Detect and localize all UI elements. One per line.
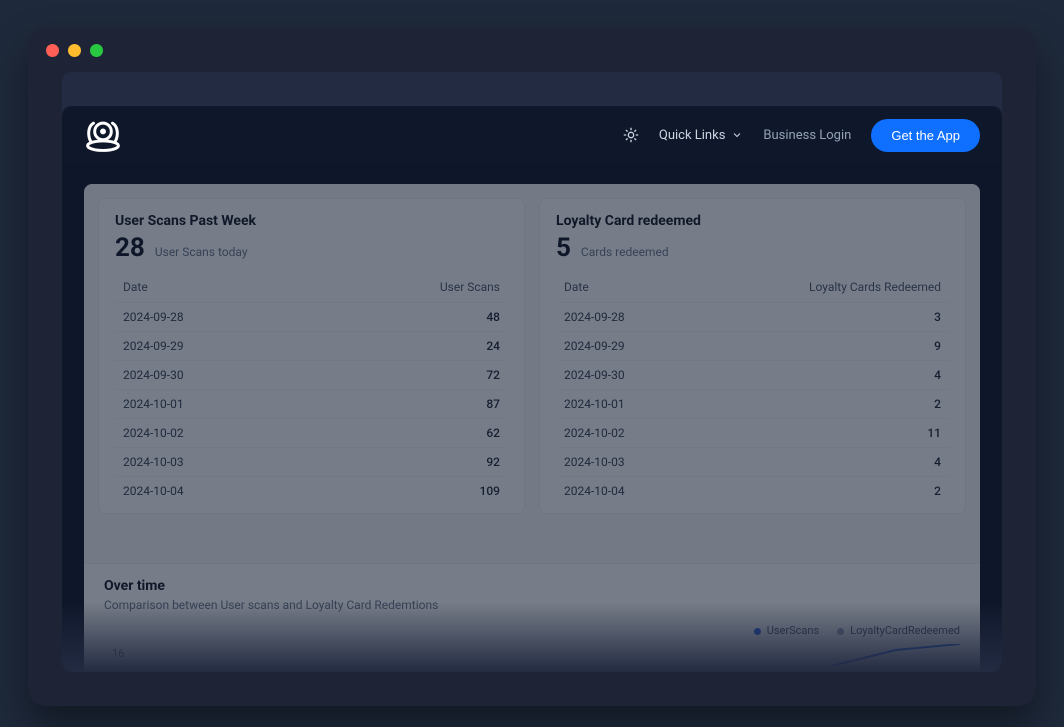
cell-value: 109 <box>480 484 500 498</box>
quick-links-label: Quick Links <box>659 128 726 143</box>
col-value: Loyalty Cards Redeemed <box>809 280 941 294</box>
cell-value: 62 <box>486 426 500 440</box>
stage: Quick Links Business Login Get the App U… <box>62 72 1002 672</box>
cell-value: 9 <box>934 339 941 353</box>
loyalty-metric: 5 <box>556 233 571 263</box>
app-logo[interactable] <box>84 118 122 152</box>
loyalty-metric-sub: Cards redeemed <box>581 245 669 259</box>
window-titlebar <box>28 28 1036 72</box>
scans-metric-sub: User Scans today <box>155 245 248 259</box>
cell-value: 87 <box>486 397 500 411</box>
over-time-panel: Over time Comparison between User scans … <box>84 563 980 672</box>
user-scans-card: User Scans Past Week 28 User Scans today… <box>98 198 525 514</box>
table-row: 2024-09-28 48 <box>115 302 508 331</box>
chevron-down-icon <box>731 129 743 141</box>
cell-date: 2024-09-28 <box>123 310 184 324</box>
scans-rows: 2024-09-28482024-09-29242024-09-30722024… <box>115 302 508 505</box>
cell-date: 2024-09-29 <box>123 339 184 353</box>
cell-value: 72 <box>486 368 500 382</box>
cell-value: 11 <box>927 426 941 440</box>
col-date: Date <box>123 280 148 294</box>
cell-value: 24 <box>486 339 500 353</box>
legend-loyalty: LoyaltyCardRedeemed <box>837 624 960 637</box>
cell-value: 92 <box>486 455 500 469</box>
cell-date: 2024-09-30 <box>123 368 184 382</box>
browser-frame: Quick Links Business Login Get the App U… <box>28 28 1036 706</box>
cell-date: 2024-09-29 <box>564 339 625 353</box>
quick-links-dropdown[interactable]: Quick Links <box>659 128 744 143</box>
app-window: Quick Links Business Login Get the App U… <box>62 106 1002 672</box>
cell-date: 2024-10-04 <box>123 484 184 498</box>
table-row: 2024-09-29 24 <box>115 331 508 360</box>
table-row: 2024-10-04 2 <box>556 476 949 505</box>
business-login-link[interactable]: Business Login <box>763 128 851 143</box>
window-minimize-dot[interactable] <box>68 44 81 57</box>
card-title: User Scans Past Week <box>115 213 508 229</box>
cell-date: 2024-09-28 <box>564 310 625 324</box>
table-row: 2024-10-03 92 <box>115 447 508 476</box>
cell-value: 4 <box>934 368 941 382</box>
scans-metric: 28 <box>115 233 145 263</box>
over-time-sub: Comparison between User scans and Loyalt… <box>104 598 960 612</box>
chart-line-fragment <box>104 644 960 666</box>
app-header: Quick Links Business Login Get the App <box>62 106 1002 164</box>
window-fullscreen-dot[interactable] <box>90 44 103 57</box>
window-close-dot[interactable] <box>46 44 59 57</box>
table-row: 2024-10-02 11 <box>556 418 949 447</box>
app-content: User Scans Past Week 28 User Scans today… <box>62 164 1002 672</box>
cell-value: 2 <box>934 484 941 498</box>
cell-date: 2024-10-02 <box>564 426 625 440</box>
table-row: 2024-10-01 2 <box>556 389 949 418</box>
cell-value: 48 <box>486 310 500 324</box>
table-row: 2024-10-02 62 <box>115 418 508 447</box>
cell-date: 2024-09-30 <box>564 368 625 382</box>
table-row: 2024-09-30 72 <box>115 360 508 389</box>
legend-userscans: UserScans <box>754 624 819 637</box>
table-row: 2024-09-28 3 <box>556 302 949 331</box>
loyalty-rows: 2024-09-2832024-09-2992024-09-3042024-10… <box>556 302 949 505</box>
card-title: Loyalty Card redeemed <box>556 213 949 229</box>
col-date: Date <box>564 280 589 294</box>
cell-date: 2024-10-01 <box>123 397 184 411</box>
col-value: User Scans <box>440 280 500 294</box>
cell-value: 2 <box>934 397 941 411</box>
table-row: 2024-10-03 4 <box>556 447 949 476</box>
table-row: 2024-09-29 9 <box>556 331 949 360</box>
cell-date: 2024-10-04 <box>564 484 625 498</box>
chart-legend: UserScans LoyaltyCardRedeemed <box>104 624 960 637</box>
over-time-title: Over time <box>104 578 960 594</box>
cell-date: 2024-10-01 <box>564 397 625 411</box>
cell-date: 2024-10-03 <box>564 455 625 469</box>
table-row: 2024-09-30 4 <box>556 360 949 389</box>
cell-value: 4 <box>934 455 941 469</box>
loyalty-card: Loyalty Card redeemed 5 Cards redeemed D… <box>539 198 966 514</box>
logo-icon <box>84 118 122 152</box>
cell-date: 2024-10-02 <box>123 426 184 440</box>
cell-date: 2024-10-03 <box>123 455 184 469</box>
cell-value: 3 <box>934 310 941 324</box>
dashboard: User Scans Past Week 28 User Scans today… <box>84 184 980 672</box>
get-the-app-button[interactable]: Get the App <box>871 119 980 152</box>
table-row: 2024-10-01 87 <box>115 389 508 418</box>
table-row: 2024-10-04 109 <box>115 476 508 505</box>
theme-toggle-icon[interactable] <box>623 127 639 143</box>
